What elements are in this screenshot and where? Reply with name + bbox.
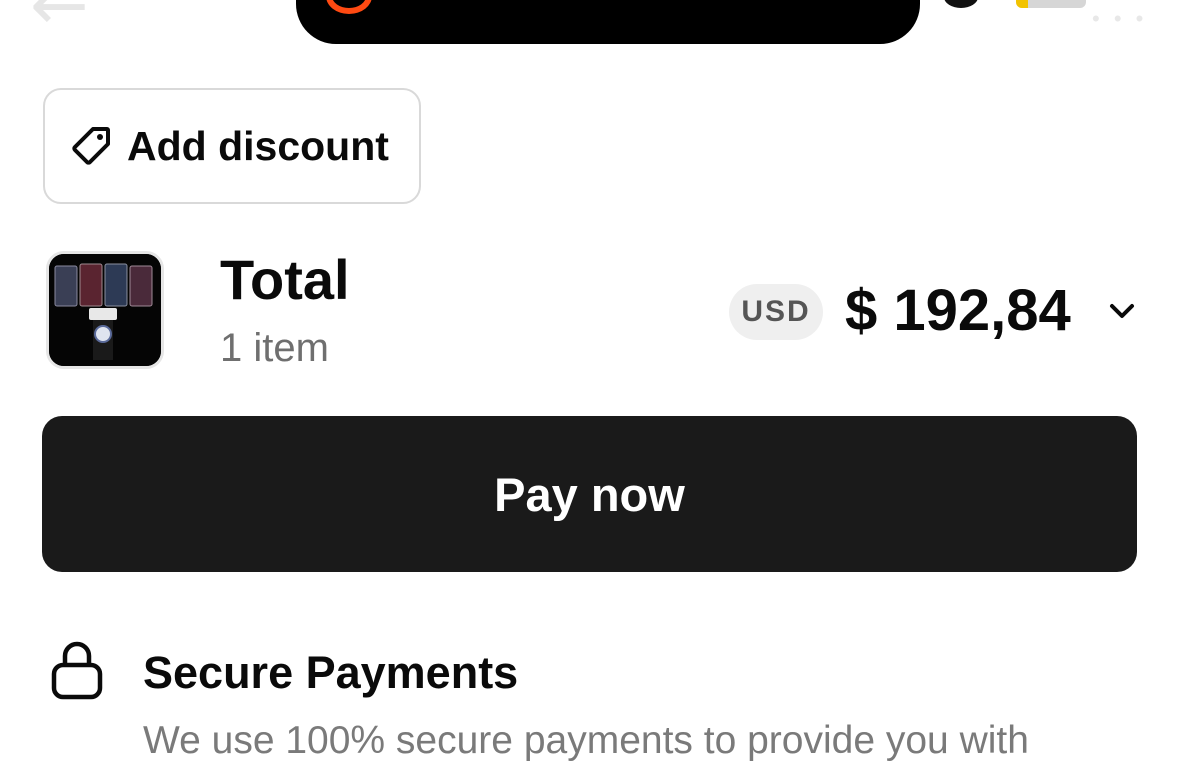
more-options-icon[interactable]: • • • bbox=[1092, 8, 1147, 30]
dynamic-island bbox=[296, 0, 920, 44]
total-title: Total bbox=[220, 248, 350, 311]
product-image bbox=[49, 254, 161, 366]
battery-level bbox=[1016, 0, 1028, 8]
pay-now-label: Pay now bbox=[494, 467, 685, 521]
status-bar: ← • • • bbox=[0, 0, 1178, 48]
chevron-down-icon[interactable] bbox=[1106, 300, 1138, 322]
items-count: 1 item bbox=[220, 326, 329, 370]
battery-icon bbox=[1016, 0, 1086, 8]
currency-badge[interactable]: USD bbox=[729, 284, 823, 340]
back-arrow-icon[interactable]: ← bbox=[30, 0, 89, 40]
signal-icon bbox=[944, 0, 978, 8]
add-discount-label: Add discount bbox=[127, 122, 389, 169]
product-thumbnail bbox=[46, 251, 164, 369]
secure-payments-title: Secure Payments bbox=[143, 647, 519, 698]
lock-icon bbox=[51, 641, 103, 700]
total-amount: $ 192,84 bbox=[845, 278, 1071, 343]
secure-payments-description: We use 100% secure payments to provide y… bbox=[143, 719, 1029, 762]
add-discount-button[interactable]: Add discount bbox=[43, 88, 421, 204]
pay-now-button[interactable]: Pay now bbox=[42, 416, 1137, 572]
tag-icon bbox=[72, 127, 110, 165]
